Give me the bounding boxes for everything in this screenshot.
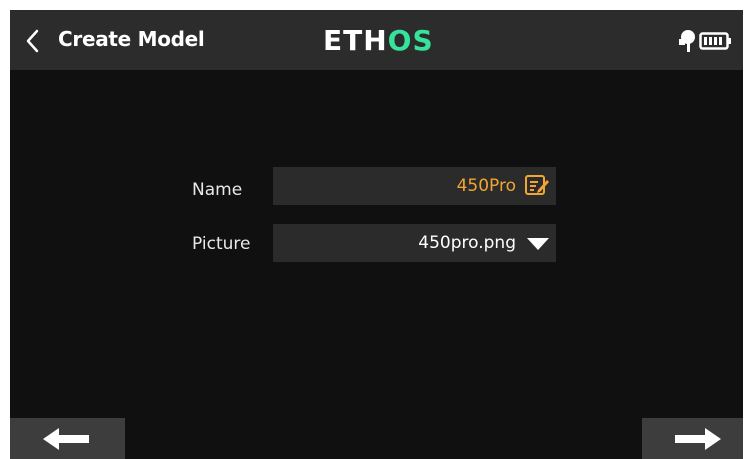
page-title: Create Model	[58, 27, 205, 51]
antenna-icon	[679, 30, 695, 52]
status-area	[673, 28, 733, 54]
logo-text-main: ETH	[323, 24, 388, 57]
logo-text-accent: OS	[387, 24, 434, 57]
arrow-right-icon	[675, 428, 721, 450]
name-field[interactable]: 450Pro	[273, 167, 556, 205]
name-value: 450Pro	[456, 176, 516, 196]
radio-screen: Create Model ETHOS Name 450Pro Picture 4…	[10, 10, 743, 459]
battery-icon	[699, 32, 731, 50]
picture-label: Picture	[192, 234, 251, 254]
back-button[interactable]	[20, 26, 48, 56]
title-bar: Create Model ETHOS	[10, 10, 743, 70]
dropdown-triangle-icon	[527, 238, 549, 250]
edit-icon	[525, 175, 549, 195]
arrow-left-icon	[43, 428, 89, 450]
name-label: Name	[192, 180, 243, 200]
next-page-button[interactable]	[642, 418, 743, 459]
previous-page-button[interactable]	[10, 418, 125, 459]
chevron-left-icon	[26, 29, 39, 53]
picture-dropdown[interactable]: 450pro.png	[273, 224, 556, 262]
picture-value: 450pro.png	[418, 233, 516, 253]
ethos-logo: ETHOS	[323, 24, 434, 58]
